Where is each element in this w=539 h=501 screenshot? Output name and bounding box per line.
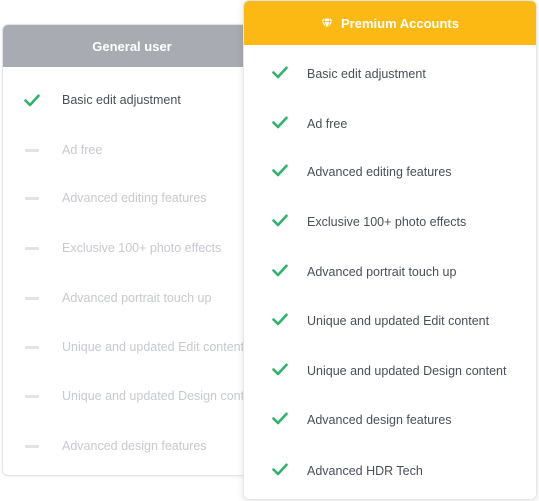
check-icon bbox=[272, 463, 290, 481]
premium-feature-row: Basic edit adjustment bbox=[244, 64, 536, 84]
check-icon bbox=[272, 214, 290, 232]
premium-feature-label: Unique and updated Edit content bbox=[307, 314, 490, 328]
general-feature-row: Advanced design features bbox=[3, 436, 271, 456]
general-feature-row: Ad free bbox=[3, 140, 271, 160]
premium-feature-label: Advanced HDR Tech bbox=[307, 464, 423, 478]
premium-feature-label: Ad free bbox=[307, 117, 348, 131]
check-icon bbox=[272, 264, 290, 282]
premium-feature-row: Advanced HDR Tech bbox=[244, 461, 536, 481]
general-feature-label: Basic edit adjustment bbox=[62, 93, 181, 107]
dash-icon bbox=[23, 141, 41, 159]
premium-feature-row: Advanced design features bbox=[244, 410, 536, 430]
dash-icon bbox=[23, 387, 41, 405]
check-icon bbox=[272, 412, 290, 430]
pricing-comparison: General user Basic edit adjustment Ad fr… bbox=[0, 0, 539, 501]
general-feature-label: Advanced editing features bbox=[62, 191, 207, 205]
general-feature-row: Advanced editing features bbox=[3, 188, 271, 208]
general-feature-row: Unique and updated Design content bbox=[3, 386, 271, 406]
general-user-header: General user bbox=[3, 25, 271, 67]
premium-accounts-title: Premium Accounts bbox=[341, 15, 459, 31]
diamond-icon bbox=[321, 17, 333, 29]
general-feature-label: Unique and updated Edit content bbox=[62, 340, 245, 354]
dash-icon bbox=[23, 239, 41, 257]
general-user-title: General user bbox=[92, 38, 172, 54]
check-icon bbox=[272, 313, 290, 331]
check-icon bbox=[272, 116, 290, 134]
check-icon bbox=[272, 66, 290, 84]
general-user-card: General user Basic edit adjustment Ad fr… bbox=[2, 24, 272, 476]
general-feature-row: Advanced portrait touch up bbox=[3, 288, 271, 308]
premium-feature-row: Unique and updated Edit content bbox=[244, 311, 536, 331]
premium-feature-row: Advanced portrait touch up bbox=[244, 262, 536, 282]
check-icon bbox=[272, 363, 290, 381]
general-feature-row: Exclusive 100+ photo effects bbox=[3, 238, 271, 258]
premium-feature-label: Unique and updated Design content bbox=[307, 364, 507, 378]
premium-feature-row: Advanced editing features bbox=[244, 162, 536, 182]
premium-feature-label: Basic edit adjustment bbox=[307, 67, 426, 81]
check-icon bbox=[272, 164, 290, 182]
general-feature-label: Ad free bbox=[62, 143, 103, 157]
premium-feature-label: Advanced portrait touch up bbox=[307, 265, 457, 279]
dash-icon bbox=[23, 289, 41, 307]
premium-feature-label: Advanced editing features bbox=[307, 165, 452, 179]
general-feature-row: Basic edit adjustment bbox=[3, 90, 271, 110]
general-feature-row: Unique and updated Edit content bbox=[3, 337, 271, 357]
premium-feature-row: Unique and updated Design content bbox=[244, 361, 536, 381]
general-feature-label: Advanced portrait touch up bbox=[62, 291, 212, 305]
dash-icon bbox=[23, 338, 41, 356]
premium-feature-row: Ad free bbox=[244, 114, 536, 134]
premium-feature-row: Exclusive 100+ photo effects bbox=[244, 212, 536, 232]
premium-feature-label: Advanced design features bbox=[307, 413, 452, 427]
general-feature-label: Exclusive 100+ photo effects bbox=[62, 241, 222, 255]
check-icon bbox=[23, 91, 41, 109]
dash-icon bbox=[23, 437, 41, 455]
premium-feature-label: Exclusive 100+ photo effects bbox=[307, 215, 467, 229]
dash-icon bbox=[23, 189, 41, 207]
general-feature-label: Unique and updated Design content bbox=[62, 389, 262, 403]
premium-accounts-header: Premium Accounts bbox=[244, 1, 536, 45]
general-feature-label: Advanced design features bbox=[62, 439, 207, 453]
premium-accounts-card: Premium Accounts Basic edit adjustment A… bbox=[243, 0, 537, 500]
